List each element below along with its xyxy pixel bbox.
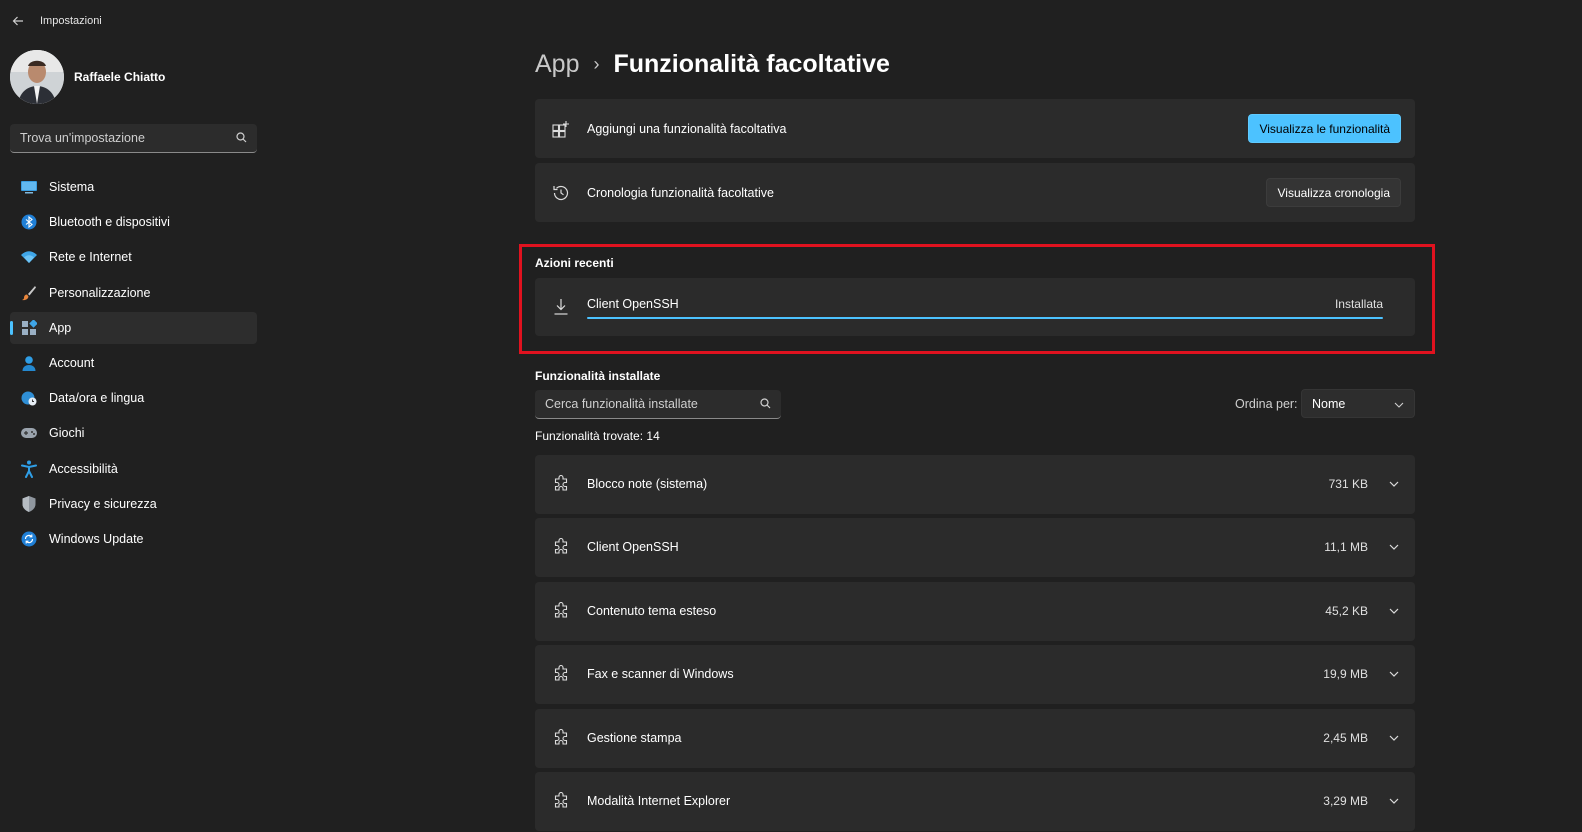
- sidebar-item-label: Privacy e sicurezza: [49, 496, 157, 511]
- installed-features-title: Funzionalità installate: [535, 369, 661, 383]
- breadcrumb: App › Funzionalità facoltative: [535, 50, 890, 79]
- puzzle-icon: [551, 474, 571, 494]
- chevron-down-icon[interactable]: [1387, 540, 1401, 554]
- chevron-down-icon[interactable]: [1387, 667, 1401, 681]
- sidebar-item-personalizzazione[interactable]: Personalizzazione: [10, 277, 257, 309]
- sidebar-item-rete[interactable]: Rete e Internet: [10, 241, 257, 273]
- wifi-icon: [19, 247, 39, 267]
- feature-size: 3,29 MB: [1323, 794, 1368, 808]
- accessibility-icon: [19, 459, 39, 479]
- installed-search-placeholder: Cerca funzionalità installate: [545, 397, 698, 411]
- bluetooth-icon: [19, 212, 39, 232]
- settings-search-input[interactable]: Trova un'impostazione: [10, 124, 257, 153]
- history-card: Cronologia funzionalità facoltative Visu…: [535, 163, 1415, 222]
- window-title: Impostazioni: [40, 15, 102, 27]
- puzzle-icon: [551, 601, 571, 621]
- update-icon: [19, 529, 39, 549]
- view-history-button[interactable]: Visualizza cronologia: [1266, 178, 1401, 207]
- feature-name: Modalità Internet Explorer: [587, 794, 731, 808]
- feature-row[interactable]: Contenuto tema esteso 45,2 KB: [535, 582, 1415, 641]
- feature-row[interactable]: Blocco note (sistema) 731 KB: [535, 455, 1415, 514]
- feature-size: 2,45 MB: [1323, 731, 1368, 745]
- chevron-down-icon: [1394, 396, 1404, 411]
- chevron-down-icon[interactable]: [1387, 731, 1401, 745]
- globe-clock-icon: [19, 388, 39, 408]
- sort-label: Ordina per:: [1235, 397, 1298, 411]
- sidebar-item-accessibilita[interactable]: Accessibilità: [10, 453, 257, 485]
- sidebar-item-sistema[interactable]: Sistema: [10, 171, 257, 203]
- title-bar: Impostazioni: [0, 0, 1582, 42]
- feature-row[interactable]: Fax e scanner di Windows 19,9 MB: [535, 645, 1415, 704]
- breadcrumb-parent[interactable]: App: [535, 50, 579, 79]
- chevron-down-icon[interactable]: [1387, 794, 1401, 808]
- sidebar-nav: Sistema Bluetooth e dispositivi Rete e I…: [10, 171, 257, 558]
- puzzle-icon: [551, 791, 571, 811]
- back-button[interactable]: [0, 5, 36, 37]
- person-icon: [19, 353, 39, 373]
- sidebar-item-label: Account: [49, 355, 95, 370]
- feature-size: 45,2 KB: [1325, 604, 1368, 618]
- search-icon[interactable]: [236, 131, 247, 146]
- user-profile[interactable]: Raffaele Chiatto: [10, 50, 165, 104]
- brush-icon: [19, 283, 39, 303]
- breadcrumb-separator: ›: [593, 54, 600, 74]
- sort-value: Nome: [1312, 396, 1346, 411]
- shield-icon: [19, 494, 39, 514]
- feature-name: Contenuto tema esteso: [587, 604, 717, 618]
- feature-row[interactable]: Modalità Internet Explorer 3,29 MB: [535, 772, 1415, 831]
- back-arrow-icon: [12, 16, 23, 26]
- feature-name: Blocco note (sistema): [587, 477, 708, 491]
- gamepad-icon: [19, 423, 39, 443]
- sidebar-item-account[interactable]: Account: [10, 347, 257, 379]
- history-label: Cronologia funzionalità facoltative: [587, 185, 774, 200]
- feature-row[interactable]: Gestione stampa 2,45 MB: [535, 709, 1415, 768]
- page-title: Funzionalità facoltative: [613, 50, 890, 78]
- feature-name: Gestione stampa: [587, 731, 682, 745]
- feature-name: Fax e scanner di Windows: [587, 667, 734, 681]
- chevron-down-icon[interactable]: [1387, 477, 1401, 491]
- history-icon: [551, 183, 571, 203]
- sidebar-item-windows-update[interactable]: Windows Update: [10, 523, 257, 555]
- installed-features-search-input[interactable]: Cerca funzionalità installate: [535, 390, 781, 419]
- add-feature-card: Aggiungi una funzionalità facoltativa Vi…: [535, 99, 1415, 158]
- sidebar-item-label: Personalizzazione: [49, 285, 151, 300]
- add-feature-icon: [551, 119, 571, 139]
- view-features-button[interactable]: Visualizza le funzionalità: [1248, 114, 1401, 143]
- add-feature-label: Aggiungi una funzionalità facoltativa: [587, 121, 787, 136]
- feature-size: 731 KB: [1328, 477, 1368, 491]
- feature-size: 11,1 MB: [1324, 540, 1368, 554]
- sidebar-item-label: Accessibilità: [49, 461, 118, 476]
- puzzle-icon: [551, 664, 571, 684]
- avatar: [10, 50, 64, 104]
- puzzle-icon: [551, 537, 571, 557]
- sidebar-item-data-ora[interactable]: Data/ora e lingua: [10, 382, 257, 414]
- search-placeholder: Trova un'impostazione: [20, 131, 145, 145]
- monitor-icon: [19, 177, 39, 197]
- sort-dropdown[interactable]: Nome: [1301, 389, 1415, 418]
- feature-name: Client OpenSSH: [587, 540, 679, 554]
- puzzle-icon: [551, 728, 571, 748]
- apps-icon: [19, 318, 39, 338]
- sidebar-item-label: App: [49, 320, 72, 335]
- sidebar-item-label: Sistema: [49, 180, 95, 194]
- sidebar-item-privacy[interactable]: Privacy e sicurezza: [10, 488, 257, 520]
- features-count: Funzionalità trovate: 14: [535, 429, 660, 443]
- sidebar-item-giochi[interactable]: Giochi: [10, 417, 257, 449]
- sidebar-item-label: Bluetooth e dispositivi: [49, 215, 170, 230]
- sidebar-item-app[interactable]: App: [10, 311, 257, 344]
- search-icon[interactable]: [760, 397, 771, 412]
- chevron-down-icon[interactable]: [1387, 604, 1401, 618]
- highlight-box: [519, 244, 1435, 354]
- sidebar-item-label: Giochi: [49, 426, 85, 441]
- feature-size: 19,9 MB: [1323, 667, 1368, 681]
- sidebar-item-label: Rete e Internet: [49, 250, 132, 265]
- sidebar-item-bluetooth[interactable]: Bluetooth e dispositivi: [10, 206, 257, 238]
- user-name: Raffaele Chiatto: [74, 70, 166, 84]
- feature-row[interactable]: Client OpenSSH 11,1 MB: [535, 518, 1415, 577]
- sidebar-item-label: Windows Update: [49, 531, 144, 546]
- sidebar-item-label: Data/ora e lingua: [49, 391, 145, 406]
